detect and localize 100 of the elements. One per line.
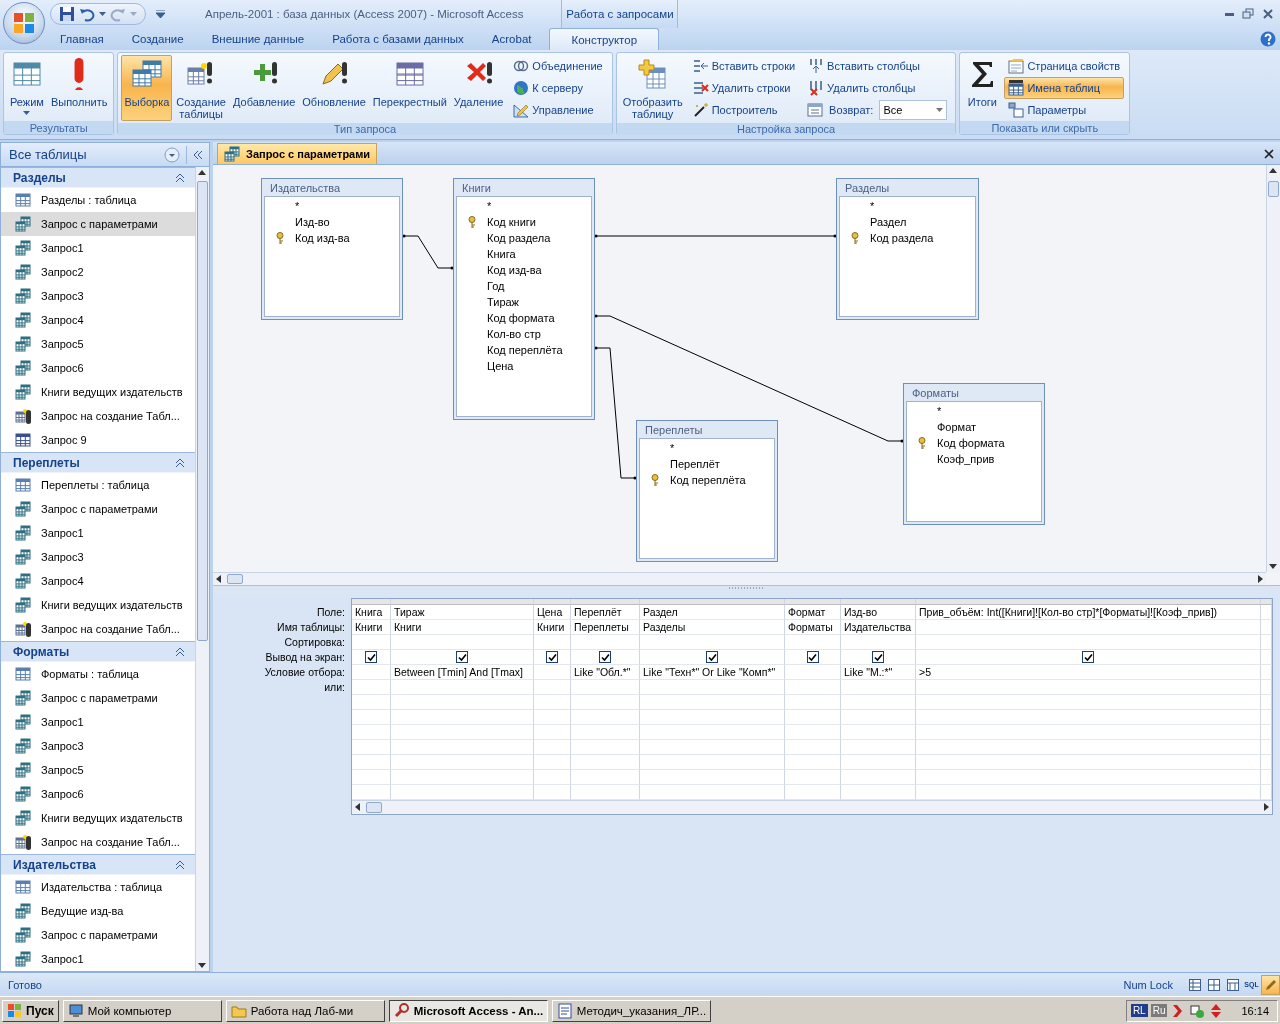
ribbon-button[interactable]: Режим: [7, 55, 47, 121]
column-selector[interactable]: [916, 599, 1261, 605]
navigation-group-header[interactable]: Издательства: [1, 854, 195, 875]
ribbon-small-button[interactable]: Страница свойств: [1004, 55, 1125, 77]
table-box[interactable]: Книги * Код книги Код раздела Книга Код изд-ва Год Тираж Код формата Кол-во стр Код переплёта Цена: [453, 178, 595, 420]
field-name[interactable]: Раздел: [870, 216, 907, 228]
field-name[interactable]: Код переплёта: [487, 344, 563, 356]
show-checkbox[interactable]: [365, 651, 377, 663]
field-name[interactable]: Код раздела: [487, 232, 551, 244]
language-indicator[interactable]: Ru: [1150, 1004, 1168, 1017]
ribbon-tab[interactable]: Acrobat: [477, 28, 546, 50]
ribbon-button[interactable]: Добавление: [230, 55, 299, 121]
ribbon-tab[interactable]: Создание: [117, 28, 198, 50]
ribbon-button[interactable]: Отобразить таблицу: [619, 55, 686, 123]
field-name[interactable]: Кол-во стр: [487, 328, 541, 340]
field-name[interactable]: Цена: [487, 360, 514, 372]
field-name[interactable]: Книга: [487, 248, 516, 260]
navigation-item[interactable]: Запрос с параметрами: [1, 212, 195, 236]
table-box[interactable]: Издательства * Изд-во Код изд-ва: [261, 178, 403, 320]
start-button[interactable]: Пуск: [2, 999, 59, 1022]
field-name[interactable]: Код формата: [487, 312, 555, 324]
relationship-line[interactable]: [594, 314, 904, 443]
field-name[interactable]: *: [670, 442, 675, 454]
field-name[interactable]: Код изд-ва: [295, 232, 350, 244]
show-checkbox[interactable]: [806, 651, 819, 663]
scrollbar[interactable]: [1266, 165, 1280, 572]
document-tab[interactable]: Запрос с параметрами: [217, 143, 378, 164]
field-name[interactable]: *: [870, 200, 875, 212]
show-checkbox[interactable]: [872, 651, 884, 663]
navigation-group-header[interactable]: Форматы: [1, 641, 195, 662]
navigation-group-header[interactable]: Разделы: [1, 167, 195, 188]
ribbon-small-button[interactable]: Объединение: [509, 55, 607, 77]
field-name[interactable]: Тираж: [487, 296, 519, 308]
ribbon-small-button[interactable]: Удалить строки: [688, 77, 800, 99]
taskbar-button[interactable]: Microsoft Access - An...: [388, 999, 548, 1022]
ribbon-tab[interactable]: Работа с базами данных: [318, 28, 478, 50]
scroll-thumb[interactable]: [197, 181, 208, 641]
relationship-line[interactable]: [594, 234, 837, 238]
scrollbar[interactable]: [213, 572, 1266, 585]
relationship-line[interactable]: [402, 234, 454, 270]
field-name[interactable]: Переплёт: [670, 458, 720, 470]
ribbon-button[interactable]: Итоги: [963, 55, 1002, 121]
field-name[interactable]: Код книги: [487, 216, 536, 228]
field-name[interactable]: Код раздела: [870, 232, 934, 244]
taskbar-button[interactable]: Мой компьютер: [62, 999, 222, 1022]
field-name[interactable]: *: [295, 200, 300, 212]
column-selector[interactable]: [391, 599, 534, 605]
ribbon-tab[interactable]: Внешние данные: [197, 28, 319, 50]
language-indicator[interactable]: RL: [1130, 1004, 1148, 1017]
taskbar-button[interactable]: Работа над Лаб-ми: [225, 999, 385, 1022]
ribbon-small-button[interactable]: Удалить столбцы: [804, 77, 951, 99]
field-name[interactable]: Код изд-ва: [487, 264, 542, 276]
ribbon-small-button[interactable]: Имена таблиц: [1004, 77, 1125, 99]
ribbon-small-button[interactable]: Параметры: [1004, 99, 1125, 121]
show-checkbox[interactable]: [599, 651, 611, 663]
column-selector[interactable]: [534, 599, 571, 605]
ribbon-button[interactable]: Выполнить: [47, 55, 111, 121]
taskbar-button[interactable]: Методич_указания_ЛР...: [551, 999, 711, 1022]
ribbon-button[interactable]: Создание таблицы: [173, 55, 229, 123]
table-box[interactable]: Разделы * Раздел Код раздела: [836, 178, 979, 320]
ribbon-small-button[interactable]: Управление: [509, 99, 607, 121]
scroll-thumb[interactable]: [227, 574, 243, 584]
column-selector[interactable]: [571, 599, 640, 605]
ribbon-small-button[interactable]: Построитель: [688, 99, 800, 121]
field-name[interactable]: Изд-во: [295, 216, 330, 228]
relationship-line[interactable]: [594, 346, 637, 480]
field-name[interactable]: Код формата: [937, 437, 1005, 449]
ribbon-small-button[interactable]: Вставить столбцы: [804, 55, 951, 77]
show-checkbox[interactable]: [546, 651, 558, 663]
field-name[interactable]: Код переплёта: [670, 474, 746, 486]
column-selector[interactable]: [841, 599, 916, 605]
column-selector[interactable]: [1261, 599, 1272, 605]
column-selector[interactable]: [785, 599, 841, 605]
scroll-thumb[interactable]: [1268, 181, 1279, 197]
field-name[interactable]: Год: [487, 280, 505, 292]
ribbon-tab[interactable]: Главная: [46, 28, 118, 50]
top-values-combo[interactable]: Все: [879, 100, 948, 120]
ribbon-small-button[interactable]: Вставить строки: [688, 55, 800, 77]
ribbon-small-button[interactable]: К серверу: [509, 77, 607, 99]
scrollbar[interactable]: [195, 167, 209, 971]
column-selector[interactable]: [640, 599, 785, 605]
navigation-group-header[interactable]: Переплеты: [1, 452, 195, 473]
view-button[interactable]: [1261, 974, 1280, 995]
table-box[interactable]: Форматы * Формат Код формата Коэф_прив: [903, 383, 1045, 525]
show-checkbox[interactable]: [706, 651, 718, 663]
scrollbar[interactable]: [352, 800, 1272, 814]
ribbon-button[interactable]: Удаление: [450, 55, 507, 121]
field-name[interactable]: *: [487, 200, 492, 212]
show-checkbox[interactable]: [1082, 651, 1094, 663]
table-box[interactable]: Переплеты * Переплёт Код переплёта: [636, 420, 778, 562]
ribbon-button[interactable]: Перекрестный: [369, 55, 450, 121]
show-checkbox[interactable]: [456, 651, 468, 663]
ribbon-button[interactable]: Обновление: [299, 55, 369, 121]
ribbon-button[interactable]: Выборка: [121, 55, 173, 121]
field-name[interactable]: *: [937, 405, 942, 417]
scroll-thumb[interactable]: [366, 802, 382, 813]
field-name[interactable]: Формат: [937, 421, 977, 433]
field-name[interactable]: Коэф_прив: [937, 453, 995, 465]
ribbon-tab[interactable]: Конструктор: [549, 28, 660, 50]
column-selector[interactable]: [352, 599, 391, 605]
